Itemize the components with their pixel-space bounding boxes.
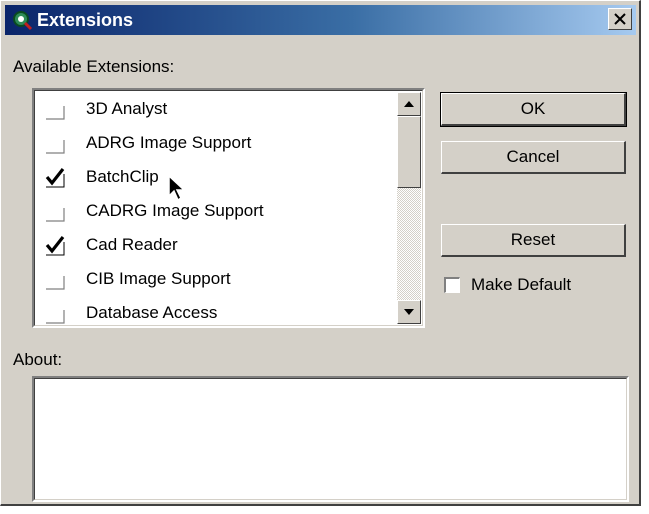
mouse-pointer-icon <box>168 174 186 202</box>
available-extensions-label: Available Extensions: <box>13 57 175 76</box>
unchecked-box-icon[interactable] <box>44 132 66 154</box>
extension-label: BatchClip <box>86 167 159 186</box>
extension-label: CADRG Image Support <box>86 201 264 220</box>
make-default-label: Make Default <box>471 275 572 294</box>
extension-label: ADRG Image Support <box>86 133 252 152</box>
ok-button[interactable]: OK <box>440 92 627 127</box>
app-icon <box>13 11 33 31</box>
scroll-down-icon <box>404 309 414 315</box>
close-button[interactable] <box>608 8 632 30</box>
list-item[interactable]: BatchClip <box>34 160 394 194</box>
unchecked-box-icon[interactable] <box>44 98 66 120</box>
cancel-button[interactable]: Cancel <box>441 141 626 174</box>
list-item[interactable]: Database Access <box>34 296 394 330</box>
list-item[interactable]: ADRG Image Support <box>34 126 394 160</box>
about-label: About: <box>13 350 63 369</box>
list-item[interactable]: 3D Analyst <box>34 92 394 126</box>
list-item[interactable]: CIB Image Support <box>34 262 394 296</box>
scroll-up-icon <box>404 101 414 107</box>
scroll-thumb[interactable] <box>397 116 421 188</box>
window-title: Extensions <box>37 10 134 30</box>
scroll-down-button[interactable] <box>397 300 421 324</box>
about-textbox[interactable] <box>32 376 629 502</box>
list-item[interactable]: Cad Reader <box>34 228 394 262</box>
extension-label: CIB Image Support <box>86 269 231 288</box>
list-scrollbar[interactable] <box>397 92 421 324</box>
extension-label: 3D Analyst <box>86 99 168 118</box>
title-bar: Extensions <box>5 5 636 35</box>
extension-label: Database Access <box>86 303 218 322</box>
checkmark-icon[interactable] <box>44 234 66 256</box>
scroll-up-button[interactable] <box>397 92 421 116</box>
unchecked-box-icon[interactable] <box>44 268 66 290</box>
extension-label: Cad Reader <box>86 235 178 254</box>
make-default-checkbox[interactable] <box>444 277 460 293</box>
unchecked-box-icon[interactable] <box>44 302 66 324</box>
list-item[interactable]: CADRG Image Support <box>34 194 394 228</box>
close-icon <box>614 13 626 25</box>
unchecked-box-icon[interactable] <box>44 200 66 222</box>
checkmark-icon[interactable] <box>44 166 66 188</box>
reset-button[interactable]: Reset <box>441 224 626 257</box>
extensions-list[interactable]: 3D Analyst ADRG Image Support BatchClip CAD… <box>32 88 425 328</box>
extensions-dialog: Extensions Available Extensions: 3D Anal… <box>0 0 641 506</box>
